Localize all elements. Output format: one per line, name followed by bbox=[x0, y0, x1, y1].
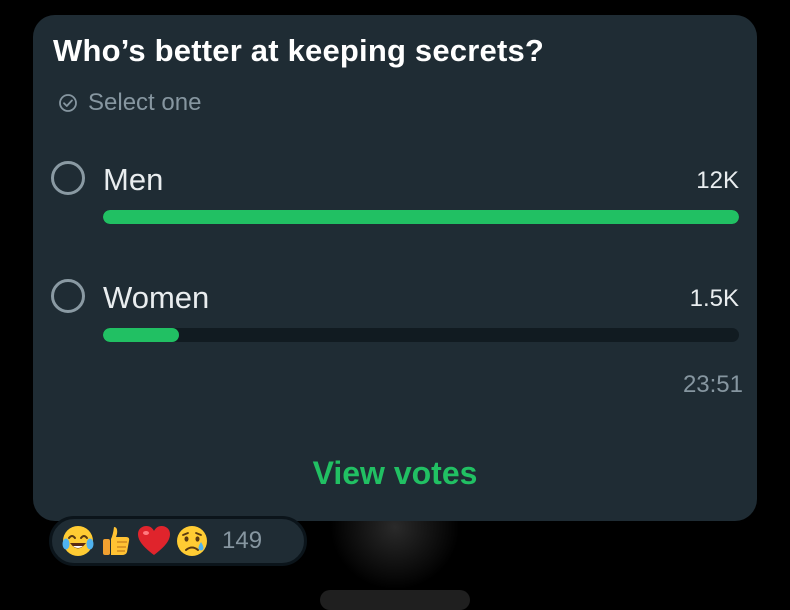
reactions-count: 149 bbox=[222, 527, 263, 554]
poll-option-progress-track bbox=[103, 328, 739, 342]
red-heart-emoji-icon bbox=[138, 526, 170, 555]
poll-option-label: Men bbox=[103, 162, 164, 197]
check-circle-icon bbox=[59, 94, 77, 112]
crying-face-emoji-icon bbox=[177, 526, 207, 556]
view-votes-button[interactable]: View votes bbox=[33, 455, 757, 492]
poll-message-card[interactable]: Who’s better at keeping secrets? Select … bbox=[33, 15, 757, 521]
background-element bbox=[320, 590, 470, 610]
thumbs-up-emoji-icon bbox=[103, 527, 130, 555]
poll-option-men[interactable]: Men 12K bbox=[51, 161, 741, 271]
poll-hint-text: Select one bbox=[88, 89, 202, 116]
poll-option-progress-fill bbox=[103, 210, 739, 224]
tears-of-joy-emoji-icon bbox=[62, 526, 94, 556]
poll-option-progress-fill bbox=[103, 328, 180, 342]
poll-option-vote-count: 1.5K bbox=[689, 285, 739, 312]
reactions-bar[interactable]: 149 bbox=[49, 516, 307, 566]
poll-option-label: Women bbox=[103, 280, 210, 315]
message-timestamp: 23:51 bbox=[682, 371, 743, 398]
radio-button[interactable] bbox=[51, 161, 85, 195]
radio-button[interactable] bbox=[51, 279, 85, 313]
poll-question: Who’s better at keeping secrets? bbox=[53, 33, 545, 68]
poll-hint: Select one bbox=[58, 89, 201, 117]
poll-option-women[interactable]: Women 1.5K bbox=[51, 279, 741, 389]
poll-option-progress-track bbox=[103, 210, 739, 224]
poll-option-vote-count: 12K bbox=[696, 167, 739, 194]
